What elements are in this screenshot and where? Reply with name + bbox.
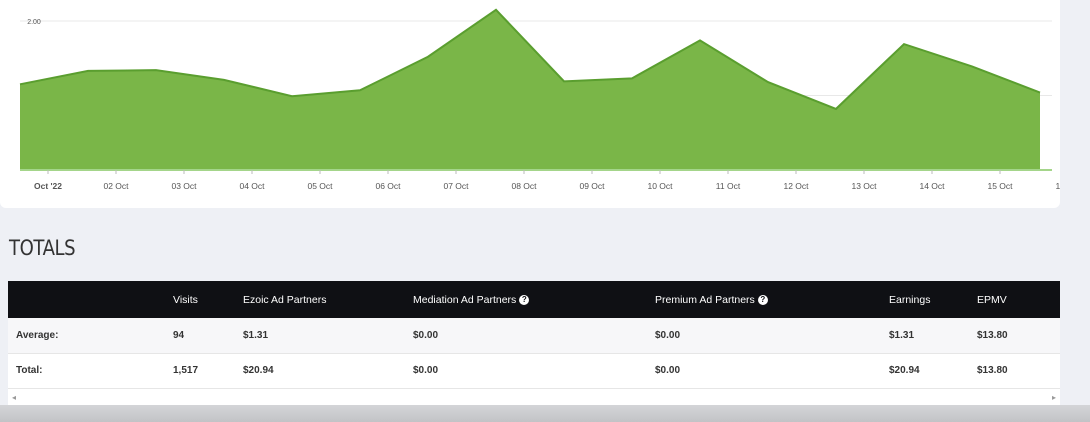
x-tick-label: 08 Oct (511, 181, 537, 191)
bottom-band (0, 405, 1090, 422)
totals-table-wrapper: Visits Ezoic Ad Partners Mediation Ad Pa… (8, 281, 1060, 405)
x-tick-label: 07 Oct (443, 181, 469, 191)
cell-earnings: $20.94 (889, 365, 920, 376)
x-tick-label: 11 Oct (716, 181, 741, 191)
horizontal-scrollbar[interactable]: ◂ ▸ (8, 391, 1060, 405)
x-tick-label: 05 Oct (307, 181, 333, 191)
earnings-chart-card: 2.001.000Oct '2202 Oct03 Oct04 Oct05 Oct… (0, 0, 1060, 208)
header-mediation-ad-partners[interactable]: Mediation Ad Partners? (405, 281, 647, 318)
header-premium-label: Premium Ad Partners (655, 293, 755, 306)
cell-mediation: $0.00 (413, 365, 439, 376)
scroll-right-icon[interactable]: ▸ (1052, 393, 1056, 402)
totals-header-row: Visits Ezoic Ad Partners Mediation Ad Pa… (8, 281, 1060, 318)
question-circle-icon[interactable]: ? (519, 294, 530, 305)
totals-heading: TOTALS (9, 236, 76, 260)
cell-epmv: $13.80 (977, 365, 1008, 376)
x-tick-label: 16 Oct (1055, 181, 1060, 191)
cell-ezoic: $20.94 (243, 365, 274, 376)
header-epmv[interactable]: EPMV (969, 281, 1060, 318)
x-tick-label: 09 Oct (579, 181, 605, 191)
table-row-average: Average: 94 $1.31 $0.00 $0.00 $1.31 $13.… (8, 318, 1060, 353)
header-earnings[interactable]: Earnings (881, 281, 969, 318)
x-tick-label: 12 Oct (783, 181, 809, 191)
row-label: Average: (16, 329, 59, 341)
x-tick-label: 10 Oct (647, 181, 673, 191)
x-tick-label: 02 Oct (103, 181, 129, 191)
cell-visits: 94 (173, 329, 185, 341)
header-label (8, 281, 165, 318)
header-mediation-label: Mediation Ad Partners (413, 293, 517, 306)
x-tick-label: 04 Oct (239, 181, 265, 191)
x-tick-label: 15 Oct (987, 181, 1013, 191)
cell-visits: 1,517 (173, 365, 199, 376)
x-tick-label: 03 Oct (171, 181, 197, 191)
y-tick-label: 2.00 (27, 19, 41, 26)
cell-epmv: $13.80 (977, 329, 1008, 341)
area-fill (20, 9, 1040, 171)
cell-premium: $0.00 (655, 329, 681, 341)
question-circle-icon[interactable]: ? (757, 294, 768, 305)
cell-mediation: $0.00 (413, 329, 439, 341)
table-row-total: Total: 1,517 $20.94 $0.00 $0.00 $20.94 $… (8, 353, 1060, 388)
cell-earnings: $1.31 (889, 329, 915, 341)
row-label: Total: (16, 365, 43, 376)
header-ezoic-ad-partners[interactable]: Ezoic Ad Partners (235, 281, 405, 318)
cell-ezoic: $1.31 (243, 329, 269, 341)
cell-premium: $0.00 (655, 365, 681, 376)
scroll-left-icon[interactable]: ◂ (12, 393, 16, 402)
header-visits[interactable]: Visits (165, 281, 235, 318)
earnings-area-chart: 2.001.000Oct '2202 Oct03 Oct04 Oct05 Oct… (19, 8, 1060, 191)
x-tick-label: 06 Oct (375, 181, 401, 191)
x-tick-label: Oct '22 (34, 181, 62, 191)
x-tick-label: 13 Oct (851, 181, 877, 191)
totals-table: Visits Ezoic Ad Partners Mediation Ad Pa… (8, 281, 1060, 389)
header-premium-ad-partners[interactable]: Premium Ad Partners? (647, 281, 881, 318)
x-tick-label: 14 Oct (919, 181, 945, 191)
